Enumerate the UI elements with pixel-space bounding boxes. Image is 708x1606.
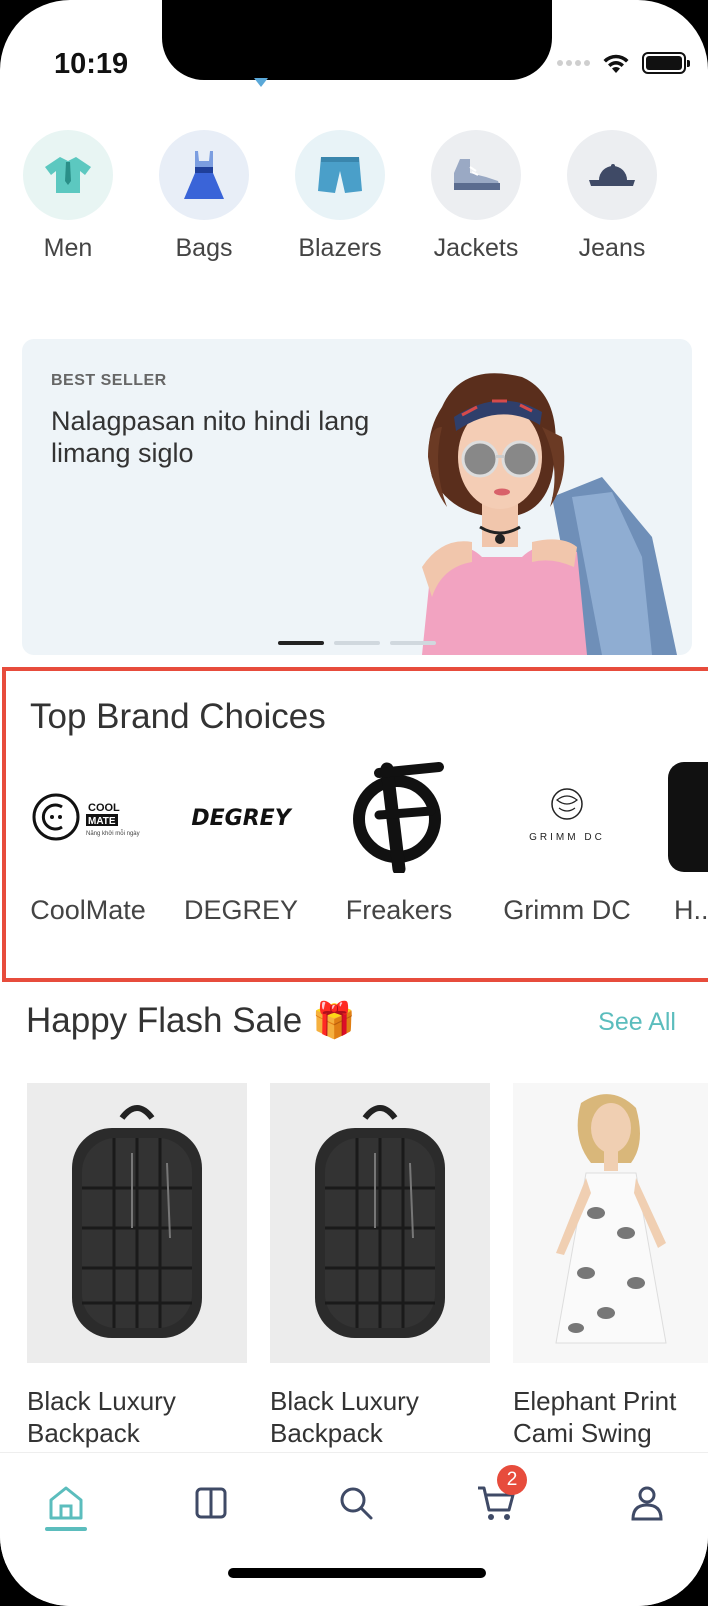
dress-model-image bbox=[554, 1094, 667, 1344]
coolmate-logo-text: COOL bbox=[88, 802, 120, 814]
product-image bbox=[513, 1083, 708, 1363]
product-card[interactable]: Black Luxury Backpack bbox=[270, 1083, 490, 1449]
grimm-dc-logo-text: GRIMM DC bbox=[529, 832, 605, 843]
tab-profile[interactable] bbox=[617, 1473, 677, 1533]
section-title: Top Brand Choices bbox=[30, 697, 326, 736]
brand-degrey[interactable]: DEGREY DEGREY bbox=[176, 761, 306, 926]
active-tab-indicator bbox=[45, 1527, 87, 1531]
notch bbox=[162, 0, 552, 80]
phone-frame: 10:19 Men Bags Blazers Jackets Jeans BES… bbox=[0, 0, 708, 1606]
carousel-dot[interactable] bbox=[278, 641, 324, 645]
section-title: Happy Flash Sale 🎁 bbox=[26, 1001, 356, 1040]
degrey-logo: DEGREY bbox=[176, 761, 306, 873]
product-name: Black Luxury Backpack bbox=[270, 1386, 419, 1448]
status-icons bbox=[557, 52, 690, 74]
category-label: Jackets bbox=[433, 234, 519, 262]
product-image bbox=[27, 1083, 247, 1363]
category-label: Bags bbox=[175, 234, 233, 262]
cart-badge: 2 bbox=[497, 1465, 527, 1495]
category-bags[interactable]: Bags bbox=[136, 130, 272, 263]
coolmate-logo-text: MATE bbox=[88, 816, 116, 827]
tab-search[interactable] bbox=[326, 1473, 386, 1533]
shirt-icon bbox=[45, 157, 91, 193]
profile-icon bbox=[631, 1486, 663, 1521]
brand-grimm-dc[interactable]: GRIMM DC Grimm DC bbox=[492, 761, 642, 926]
category-label: Men bbox=[43, 234, 93, 262]
backpack-image bbox=[72, 1105, 202, 1338]
brand-partial[interactable]: H... bbox=[668, 761, 708, 926]
cap-icon bbox=[589, 164, 635, 186]
home-indicator bbox=[228, 1568, 486, 1578]
category-men[interactable]: Men bbox=[0, 130, 136, 263]
partial-brand-logo bbox=[668, 761, 708, 873]
category-circle bbox=[159, 130, 249, 220]
grimm-dc-logo: GRIMM DC bbox=[492, 761, 642, 873]
brand-label: Freakers bbox=[345, 895, 453, 925]
signal-icon bbox=[557, 60, 590, 66]
category-label: Jeans bbox=[578, 234, 646, 262]
tab-home[interactable] bbox=[36, 1473, 96, 1533]
product-name: Black Luxury Backpack bbox=[27, 1386, 176, 1448]
status-time: 10:19 bbox=[54, 48, 129, 80]
brand-freakers[interactable]: Freakers bbox=[334, 761, 464, 926]
bottom-tab-bar: 2 bbox=[0, 1452, 708, 1606]
product-card[interactable]: Black Luxury Backpack bbox=[27, 1083, 247, 1449]
category-jackets[interactable]: Jackets bbox=[408, 130, 544, 263]
product-name: Elephant Print Cami Swing bbox=[513, 1386, 677, 1448]
brand-label: Grimm DC bbox=[503, 895, 631, 925]
carousel-dots[interactable] bbox=[278, 641, 436, 645]
app-screen: 10:19 Men Bags Blazers Jackets Jeans BES… bbox=[0, 0, 708, 1606]
home-icon bbox=[49, 1486, 83, 1520]
brand-label: DEGREY bbox=[183, 895, 299, 925]
catalog-icon bbox=[195, 1487, 227, 1519]
degrey-logo-text: DEGREY bbox=[191, 806, 292, 831]
category-circle bbox=[23, 130, 113, 220]
brand-label: H... bbox=[674, 895, 708, 925]
product-image bbox=[270, 1083, 490, 1363]
backpack-image bbox=[315, 1105, 445, 1338]
banner-title: Nalagpasan nito hindi lang limang siglo bbox=[51, 406, 370, 468]
product-card[interactable]: Elephant Print Cami Swing bbox=[513, 1083, 708, 1449]
carousel-dot[interactable] bbox=[390, 641, 436, 645]
wifi-icon bbox=[602, 52, 630, 74]
banner-kicker: BEST SELLER bbox=[51, 372, 167, 389]
search-icon bbox=[340, 1487, 373, 1520]
coolmate-logo: COOL MATE Năng khởi mỗi ngày bbox=[18, 761, 158, 873]
category-label: Blazers bbox=[298, 234, 382, 262]
battery-icon bbox=[642, 52, 690, 74]
category-blazers[interactable]: Blazers bbox=[272, 130, 408, 263]
carousel-dot[interactable] bbox=[334, 641, 380, 645]
category-circle bbox=[295, 130, 385, 220]
coolmate-tagline: Năng khởi mỗi ngày bbox=[86, 830, 140, 837]
freakers-logo bbox=[334, 761, 464, 873]
category-row: Men Bags Blazers Jackets Jeans bbox=[0, 130, 708, 270]
promo-banner[interactable]: BEST SELLER Nalagpasan nito hindi lang l… bbox=[22, 339, 692, 655]
model-image bbox=[422, 373, 677, 655]
brand-label: CoolMate bbox=[30, 895, 146, 925]
tab-catalog[interactable] bbox=[181, 1473, 241, 1533]
sneaker-icon bbox=[454, 159, 500, 190]
dress-icon bbox=[184, 151, 224, 199]
category-circle bbox=[431, 130, 521, 220]
top-brands-section: Top Brand Choices COOL MATE Năng khởi mỗ… bbox=[2, 667, 708, 982]
brand-coolmate[interactable]: COOL MATE Năng khởi mỗi ngày CoolMate bbox=[18, 761, 158, 926]
scroll-indicator bbox=[254, 78, 268, 87]
category-circle bbox=[567, 130, 657, 220]
category-jeans[interactable]: Jeans bbox=[544, 130, 680, 263]
see-all-link[interactable]: See All bbox=[598, 1008, 676, 1037]
shorts-icon bbox=[318, 157, 362, 193]
